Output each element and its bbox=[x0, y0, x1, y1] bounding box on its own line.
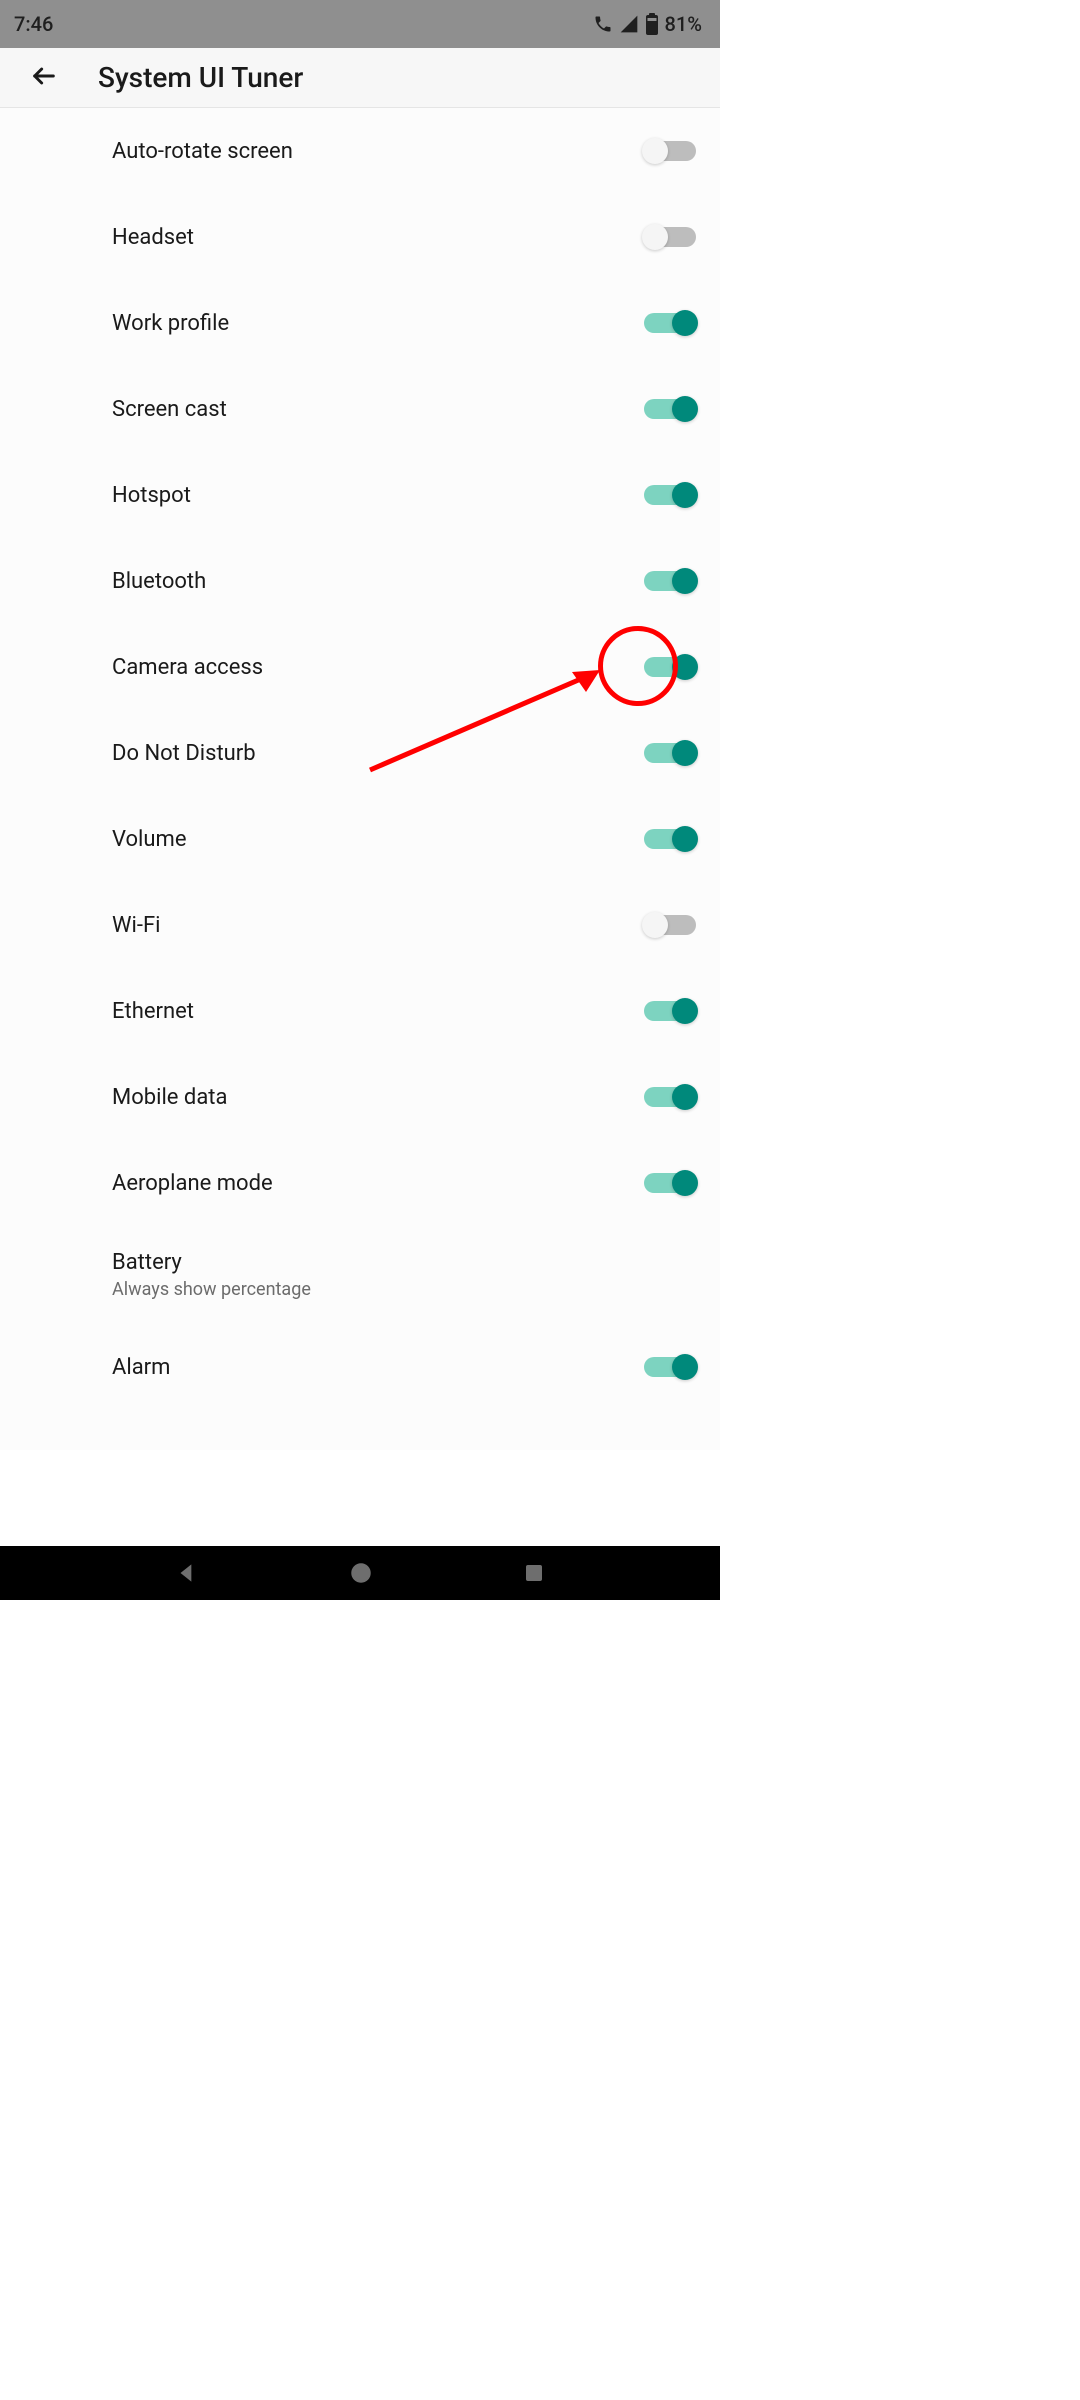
row-bluetooth[interactable]: Bluetooth bbox=[0, 538, 720, 624]
toggle-auto-rotate-screen[interactable] bbox=[644, 141, 696, 161]
nav-recent-icon[interactable] bbox=[522, 1561, 546, 1585]
row-label: Volume bbox=[112, 827, 187, 852]
row-auto-rotate-screen[interactable]: Auto-rotate screen bbox=[0, 108, 720, 194]
row-label: Work profile bbox=[112, 311, 229, 336]
row-label: Mobile data bbox=[112, 1085, 227, 1110]
row-label: Camera access bbox=[112, 655, 263, 680]
nav-home-icon[interactable] bbox=[348, 1560, 374, 1586]
row-alarm[interactable]: Alarm bbox=[0, 1324, 720, 1410]
toggle-hotspot[interactable] bbox=[644, 485, 696, 505]
back-button[interactable] bbox=[24, 58, 64, 98]
toggle-headset[interactable] bbox=[644, 227, 696, 247]
row-mobile-data[interactable]: Mobile data bbox=[0, 1054, 720, 1140]
toggle-bluetooth[interactable] bbox=[644, 571, 696, 591]
toggle-do-not-disturb[interactable] bbox=[644, 743, 696, 763]
arrow-left-icon bbox=[30, 62, 58, 93]
row-battery[interactable]: Battery Always show percentage bbox=[0, 1226, 720, 1324]
row-wi-fi[interactable]: Wi-Fi bbox=[0, 882, 720, 968]
toggle-wi-fi[interactable] bbox=[644, 915, 696, 935]
row-ethernet[interactable]: Ethernet bbox=[0, 968, 720, 1054]
android-nav-bar bbox=[0, 1546, 720, 1600]
row-label: Ethernet bbox=[112, 999, 194, 1024]
row-work-profile[interactable]: Work profile bbox=[0, 280, 720, 366]
row-label: Wi-Fi bbox=[112, 913, 160, 938]
row-aeroplane-mode[interactable]: Aeroplane mode bbox=[0, 1140, 720, 1226]
row-label: Auto-rotate screen bbox=[112, 139, 293, 164]
toggle-ethernet[interactable] bbox=[644, 1001, 696, 1021]
app-header: System UI Tuner bbox=[0, 48, 720, 108]
row-label: Hotspot bbox=[112, 483, 191, 508]
row-label: Bluetooth bbox=[112, 569, 206, 594]
toggle-screen-cast[interactable] bbox=[644, 399, 696, 419]
row-sublabel: Always show percentage bbox=[112, 1279, 311, 1300]
toggle-alarm[interactable] bbox=[644, 1357, 696, 1377]
row-label: Do Not Disturb bbox=[112, 741, 256, 766]
status-time: 7:46 bbox=[14, 12, 53, 36]
row-headset[interactable]: Headset bbox=[0, 194, 720, 280]
toggle-volume[interactable] bbox=[644, 829, 696, 849]
row-label: Headset bbox=[112, 225, 194, 250]
row-hotspot[interactable]: Hotspot bbox=[0, 452, 720, 538]
page-title: System UI Tuner bbox=[98, 61, 303, 94]
annotation-arrow-icon bbox=[360, 660, 620, 784]
toggle-mobile-data[interactable] bbox=[644, 1087, 696, 1107]
toggle-work-profile[interactable] bbox=[644, 313, 696, 333]
status-right: 81% bbox=[593, 12, 702, 36]
row-volume[interactable]: Volume bbox=[0, 796, 720, 882]
status-bar: 7:46 81% bbox=[0, 0, 720, 48]
row-label: Screen cast bbox=[112, 397, 227, 422]
nav-back-icon[interactable] bbox=[174, 1560, 200, 1586]
row-label: Alarm bbox=[112, 1355, 170, 1380]
signal-icon bbox=[619, 14, 639, 34]
row-label: Aeroplane mode bbox=[112, 1171, 273, 1196]
wifi-calling-icon bbox=[593, 14, 613, 34]
battery-percent: 81% bbox=[665, 12, 702, 36]
row-screen-cast[interactable]: Screen cast bbox=[0, 366, 720, 452]
battery-icon bbox=[645, 13, 659, 35]
toggle-aeroplane-mode[interactable] bbox=[644, 1173, 696, 1193]
row-label: Battery bbox=[112, 1250, 311, 1275]
